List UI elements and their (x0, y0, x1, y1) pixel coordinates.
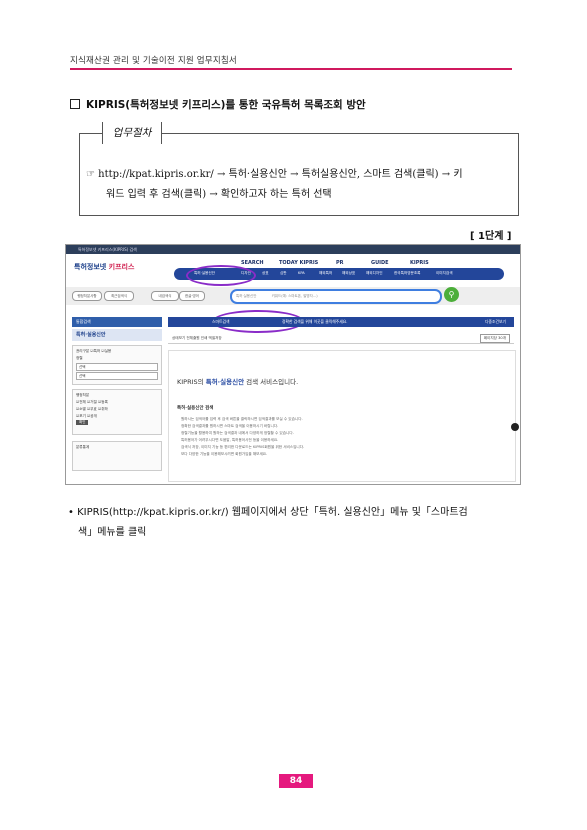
sidebar-header: 통합검색 (72, 317, 162, 327)
guide-line: 특허용어가 어려우시다면 도움말, 특허용어사전 등을 이용하세요. (181, 438, 279, 442)
guide-line: 원하시는 검색어를 입력 후 검색 버튼을 클릭하시면 검색결과를 보실 수 있… (181, 417, 303, 421)
topnav-search[interactable]: SEARCH (241, 260, 264, 266)
guide-heading: 특허·실용신안 검색 (177, 406, 214, 411)
per-page-select[interactable]: 페이지당 30개 (479, 334, 510, 343)
scroll-handle-icon[interactable] (511, 423, 519, 431)
search-button[interactable]: ⚲ (444, 287, 459, 302)
pill-mine[interactable]: 내검색식 (151, 291, 179, 301)
procedure-line-1: ☞ http://kpat.kipris.or.kr/ → 특허·실용신안 → … (86, 169, 463, 180)
sort-select-1[interactable]: 선택 (76, 363, 158, 371)
status-item[interactable]: 전체 (79, 400, 86, 404)
menu-kpa[interactable]: KPA (298, 271, 305, 275)
menu-foreign-design[interactable]: 해외디자인 (366, 271, 383, 276)
panel-title-bold: 특허·실용신안 (205, 378, 245, 386)
page-number: 84 (279, 774, 313, 788)
sidebar-subheader[interactable]: 특허·실용신안 (72, 329, 162, 341)
smart-search-label[interactable]: 스마트검색 (212, 317, 229, 327)
multi-condition-link[interactable]: 다중조건보기 (485, 317, 506, 327)
status-item[interactable]: 소멸 (79, 407, 86, 411)
sidebar-rights-patent[interactable]: 특허 (94, 349, 101, 353)
status-item[interactable]: 등록 (101, 400, 108, 404)
section-heading: KIPRIS(특허정보넷 키프리스)를 통한 국유특허 목록조회 방안 (70, 97, 366, 112)
highlight-oval-menu (186, 265, 256, 286)
sidebar-status-label: 행정처분 (76, 393, 90, 397)
browser-titlebar: 특허정보넷 키프리스(KIPRIS) 검색 (66, 245, 520, 254)
pill-recent[interactable]: 최근검색식 (104, 291, 134, 301)
section-heading-text: KIPRIS(특허정보넷 키프리스)를 통한 국유특허 목록조회 방안 (86, 99, 366, 111)
panel-title-brand: KIPRIS의 (177, 378, 204, 386)
bullet-line-2: 색」메뉴를 클릭 (78, 527, 147, 538)
sidebar-class-box: 분류통계 (72, 441, 162, 471)
sidebar-status-box: 행정처분 ☑전체 ☑거절 ☑등록 ☑소멸 ☑무효 ☑취하 ☑포기 ☑공개 확인 (72, 389, 162, 435)
pill-lang[interactable]: 한글·영어 (179, 291, 205, 301)
topnav-pr[interactable]: PR (336, 260, 344, 266)
results-toolbar: 상태보기 전체출원 인쇄 엑셀저장 페이지당 30개 (168, 333, 514, 344)
menu-trademark[interactable]: 상표 (262, 271, 269, 276)
procedure-line-2: 워드 입력 후 검색(클릭) → 확인하고자 하는 특허 선택 (106, 189, 332, 200)
sidebar-rights-utility[interactable]: 실용 (105, 349, 112, 353)
toolbar-actions[interactable]: 상태보기 전체출원 인쇄 엑셀저장 (168, 336, 222, 340)
sidebar-filter-box: 권리구분 ☑특허 ☑실용 정렬 선택 선택 (72, 345, 162, 385)
document-header-title: 지식재산권 관리 및 기술이전 지원 업무지침서 (70, 56, 237, 66)
header-divider (70, 68, 512, 70)
pill-admin[interactable]: 행정처분사항 (72, 291, 102, 301)
search-scope[interactable]: 특허·실용신안 (232, 294, 256, 298)
guide-line: 정확한 검색결과를 원하시면 스마트 검색을 이용하시기 바랍니다. (181, 424, 279, 428)
smart-search-hint: 정확한 검색을 위해 이곳을 클릭해주세요. (282, 319, 348, 324)
menu-trial[interactable]: 심판 (280, 271, 287, 276)
menu-foreign-patent[interactable]: 해외특허 (319, 271, 332, 276)
logo-brand-text: 키프리스 (108, 263, 135, 271)
bullet-line-1: • KIPRIS(http://kpat.kipris.or.kr/) 웹페이지… (68, 507, 468, 518)
kipris-screenshot: 특허정보넷 키프리스(KIPRIS) 검색 특허정보넷 키프리스 SEARCH … (65, 244, 521, 485)
checkbox-icon (70, 99, 80, 109)
sort-select-2[interactable]: 선택 (76, 372, 158, 380)
guide-line: 검색식 저장, 이미지 기능 등 편리한 다운로드는 KIPRIS회원을 위한 … (181, 445, 305, 449)
sidebar-confirm-button[interactable]: 확인 (76, 420, 89, 425)
panel-title: KIPRIS의 특허·실용신안 검색 서비스입니다. (177, 376, 298, 386)
kipris-logo[interactable]: 특허정보넷 키프리스 (74, 262, 134, 272)
step-label: [ 1단계 ] (470, 231, 512, 242)
procedure-tag: 업무절차 (102, 122, 162, 144)
smart-search-bar[interactable]: 스마트검색 정확한 검색을 위해 이곳을 클릭해주세요. 다중조건보기 (168, 317, 514, 327)
results-panel: KIPRIS의 특허·실용신안 검색 서비스입니다. 특허·실용신안 검색 원하… (168, 350, 516, 482)
status-item[interactable]: 취하 (101, 407, 108, 411)
sidebar-rights-label: 권리구분 (76, 349, 90, 353)
menu-image-search[interactable]: 이미지검색 (436, 271, 453, 276)
guide-line: 보다 다양한 기능을 이용해보시려면 회원가입을 해보세요. (181, 452, 268, 456)
status-item[interactable]: 거절 (90, 400, 97, 404)
topnav-kipris[interactable]: KIPRIS (410, 260, 429, 266)
topnav-guide[interactable]: GUIDE (371, 260, 389, 266)
search-input[interactable]: 특허·실용신안 키워드(예: 스마트폰, 발명자...) (230, 289, 442, 304)
sidebar-class-label: 분류통계 (76, 445, 90, 449)
logo-main-text: 특허정보넷 (74, 263, 107, 271)
browser-title: 특허정보넷 키프리스(KIPRIS) 검색 (78, 247, 137, 252)
status-item[interactable]: 무효 (90, 407, 97, 411)
guide-line: 정렬기능을 활용하여 원하는 검색결과 내에서 다양하게 정렬할 수 있습니다. (181, 431, 294, 435)
panel-title-rest: 검색 서비스입니다. (246, 378, 299, 386)
status-item[interactable]: 공개 (90, 414, 97, 418)
sidebar-sort-label: 정렬 (76, 356, 83, 360)
search-placeholder: 키워드(예: 스마트폰, 발명자...) (271, 294, 318, 298)
menu-english-abstract[interactable]: 한국특허영문초록 (394, 271, 420, 276)
topnav-today[interactable]: TODAY KIPRIS (279, 260, 318, 266)
search-icon: ⚲ (448, 290, 455, 299)
menu-foreign-trademark[interactable]: 해외상표 (342, 271, 355, 276)
status-item[interactable]: 포기 (79, 414, 86, 418)
